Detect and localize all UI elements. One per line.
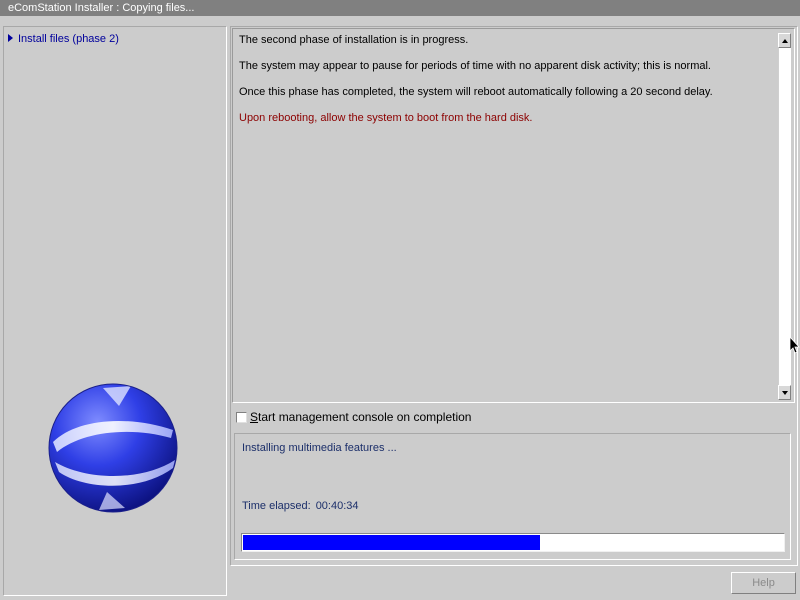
scroll-down-button[interactable] xyxy=(778,385,791,400)
message-line: The system may appear to pause for perio… xyxy=(239,60,711,72)
scroll-track[interactable] xyxy=(778,48,791,385)
status-text: Installing multimedia features ... xyxy=(242,442,397,454)
message-line: Once this phase has completed, the syste… xyxy=(239,86,713,98)
checkbox-label: tart management console on completion xyxy=(258,410,472,424)
warning-message: Upon rebooting, allow the system to boot… xyxy=(239,112,533,124)
mouse-cursor-icon xyxy=(790,337,800,354)
time-elapsed-value: 00:40:34 xyxy=(315,500,359,512)
arrow-up-icon xyxy=(782,39,788,43)
progress-fill xyxy=(243,535,540,550)
management-console-option[interactable]: Start management console on completion xyxy=(236,410,471,424)
progress-bar xyxy=(241,533,785,552)
sidebar-item-label: Install files (phase 2) xyxy=(18,33,119,45)
triangle-right-icon xyxy=(8,34,13,42)
sidebar-item-install-files[interactable]: Install files (phase 2) xyxy=(8,32,119,46)
scroll-up-button[interactable] xyxy=(778,33,791,48)
window-title: eComStation Installer : Copying files... xyxy=(0,0,800,16)
management-console-checkbox[interactable] xyxy=(236,412,247,423)
arrow-down-icon xyxy=(782,391,788,395)
time-elapsed-label: Time elapsed: xyxy=(242,500,311,512)
message-area[interactable]: The second phase of installation is in p… xyxy=(232,28,795,403)
ecomstation-logo xyxy=(48,383,178,513)
message-line: The second phase of installation is in p… xyxy=(239,34,469,46)
help-button[interactable]: Help xyxy=(731,572,796,594)
checkbox-label-accelerator: S xyxy=(250,410,259,424)
time-elapsed: Time elapsed: 00:40:34 xyxy=(242,500,359,512)
